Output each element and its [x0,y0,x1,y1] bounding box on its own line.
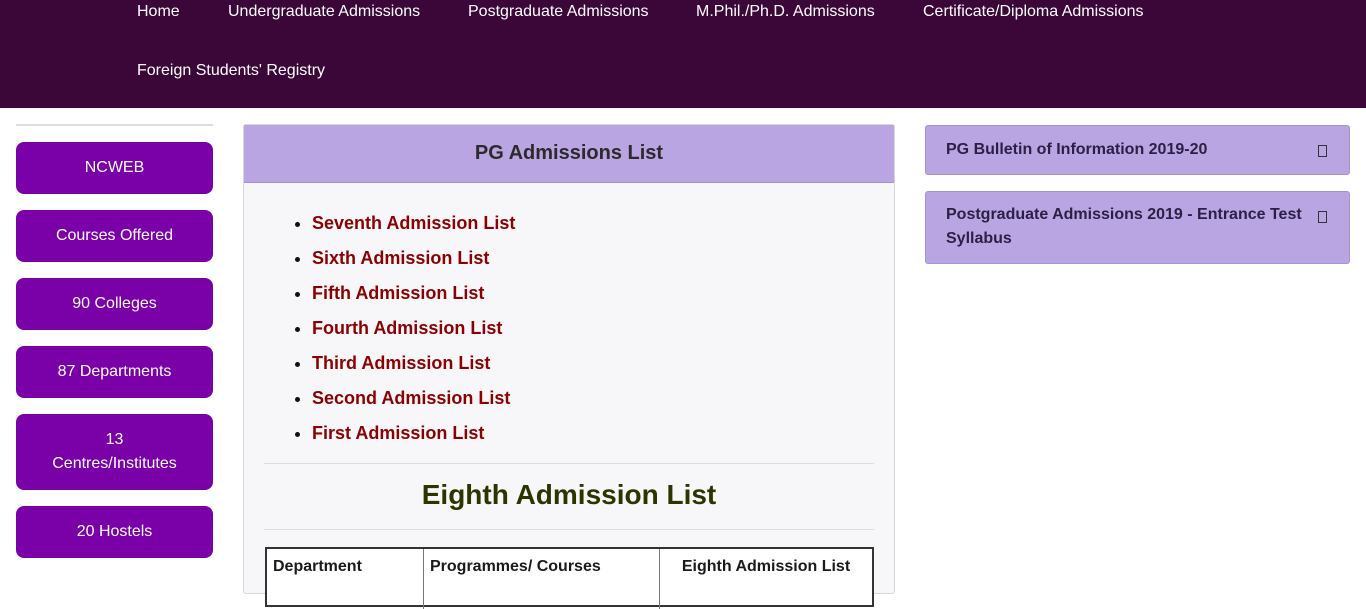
list-item: Sixth Admission List [312,244,515,279]
admission-table: Department Programmes/ Courses Eighth Ad… [265,547,874,609]
admission-list-link[interactable]: Fifth Admission List [312,283,484,303]
admission-list-link[interactable]: Second Admission List [312,388,510,408]
table-header-list: Eighth Admission List [681,558,851,575]
section-divider [264,463,874,464]
sidebar-divider [16,124,213,126]
expand-icon [1318,211,1327,223]
admission-list-link[interactable]: Fourth Admission List [312,318,502,338]
accordion-title: PG Bulletin of Information 2019-20 [946,141,1208,158]
pg-admissions-panel: PG Admissions List Seventh Admission Lis… [243,124,895,609]
nav-certificate-diploma-admissions[interactable]: Certificate/Diploma Admissions [923,3,1144,21]
admission-list-link[interactable]: Third Admission List [312,353,490,373]
section-heading: Eighth Admission List [421,479,717,510]
list-item: Third Admission List [312,349,515,384]
sidebar-button-departments[interactable]: 87 Departments [16,346,213,398]
list-item: Second Admission List [312,384,515,419]
nav-mphil-phd-admissions[interactable]: M.Phil./Ph.D. Admissions [696,3,875,21]
sidebar-button-colleges[interactable]: 90 Colleges [16,278,213,330]
table-header-department: Department [273,558,362,575]
list-item: Fifth Admission List [312,279,515,314]
nav-postgraduate-admissions[interactable]: Postgraduate Admissions [468,3,649,21]
expand-icon [1318,145,1327,157]
list-item: Fourth Admission List [312,314,515,349]
top-navigation: Home Undergraduate Admissions Postgradua… [0,0,1366,108]
admission-list-link[interactable]: Sixth Admission List [312,248,489,268]
accordion-title: Postgraduate Admissions 2019 - Entrance … [946,206,1302,247]
sidebar-button-hostels[interactable]: 20 Hostels [16,506,213,558]
table-header-programmes: Programmes/ Courses [430,558,601,575]
nav-foreign-students-registry[interactable]: Foreign Students' Registry [137,62,325,80]
list-item: Seventh Admission List [312,209,515,244]
accordion-entrance-test-syllabus[interactable]: Postgraduate Admissions 2019 - Entrance … [925,191,1350,264]
panel-title: PG Admissions List [244,125,894,183]
admission-list-link[interactable]: First Admission List [312,423,484,443]
sidebar-button-ncweb[interactable]: NCWEB [16,142,213,194]
section-divider [264,529,874,530]
sidebar-button-courses-offered[interactable]: Courses Offered [16,210,213,262]
list-item: First Admission List [312,419,515,454]
accordion-pg-bulletin[interactable]: PG Bulletin of Information 2019-20 [925,125,1350,175]
nav-home[interactable]: Home [137,3,180,21]
admission-list-links: Seventh Admission List Sixth Admission L… [296,209,515,454]
sidebar-button-centres-institutes[interactable]: 13 Centres/Institutes [16,414,213,490]
nav-undergraduate-admissions[interactable]: Undergraduate Admissions [228,3,420,21]
admission-list-link[interactable]: Seventh Admission List [312,213,515,233]
